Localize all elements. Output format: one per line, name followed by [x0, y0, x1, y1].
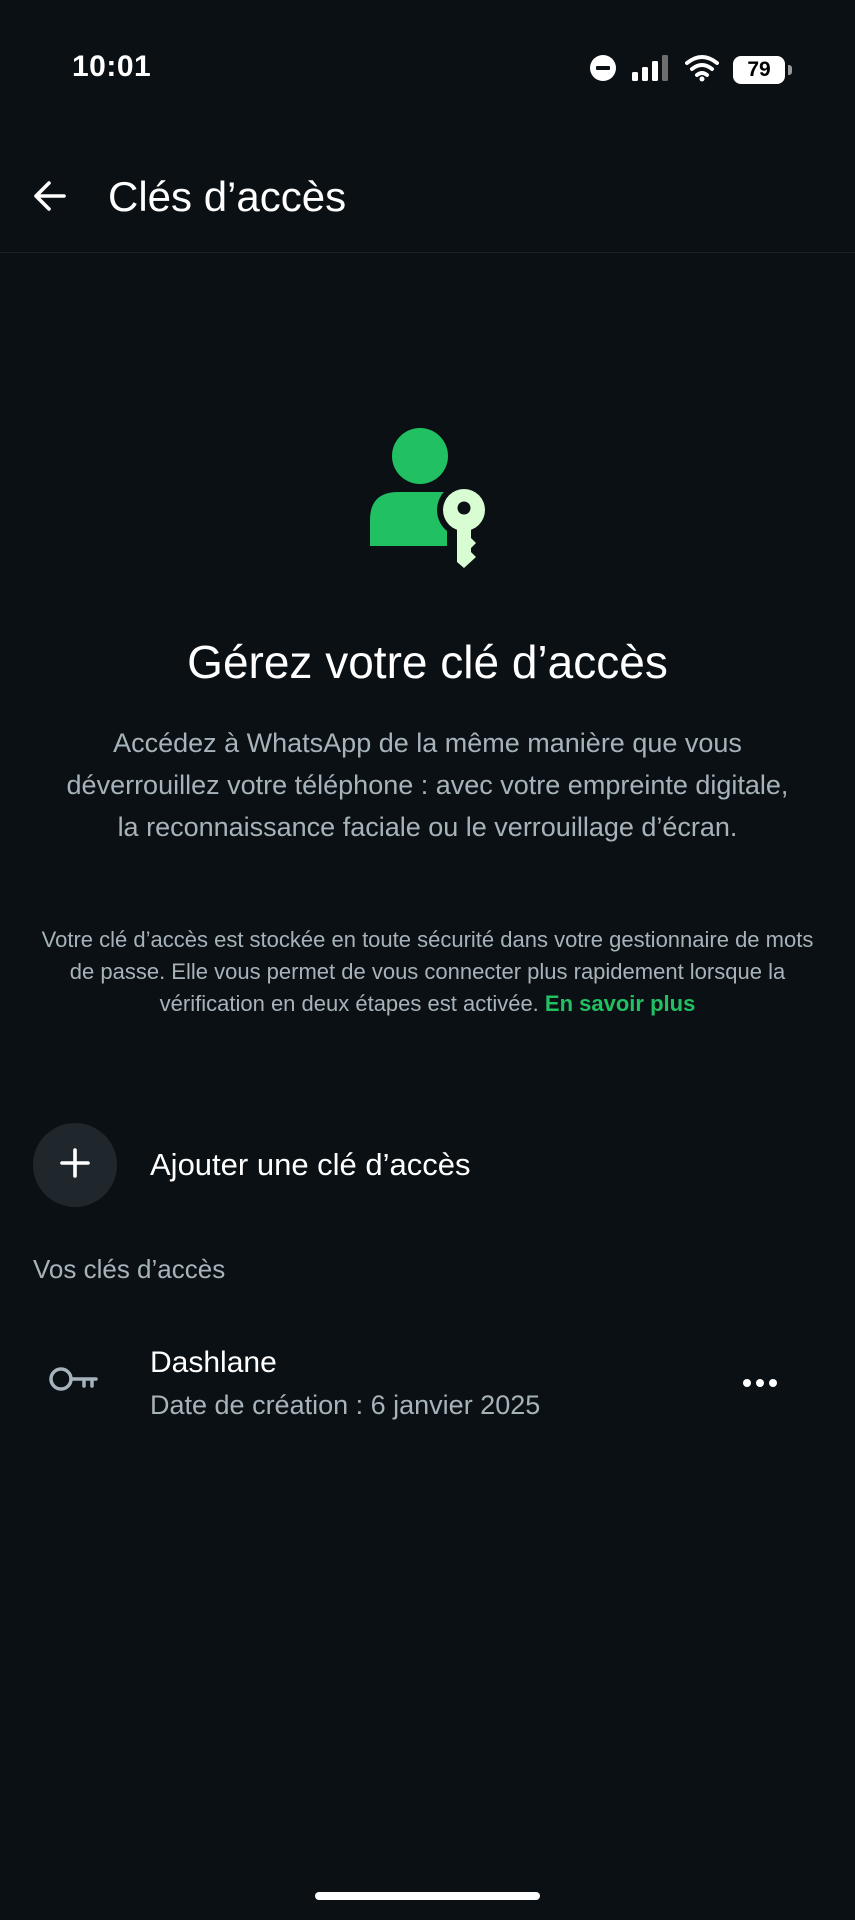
add-passkey-button[interactable]: Ajouter une clé d’accès: [0, 1120, 855, 1210]
passkey-created-date: Date de création : 6 janvier 2025: [150, 1390, 541, 1420]
battery-level: 79: [747, 58, 771, 81]
do-not-disturb-icon: [589, 54, 617, 87]
headline: Gérez votre clé d’accès: [187, 636, 668, 688]
security-note-text: Votre clé d’accès est stockée en toute s…: [41, 927, 814, 1016]
battery-icon: 79: [733, 56, 792, 84]
app-bar: Clés d’accès: [0, 140, 855, 253]
section-header-passkeys: Vos clés d’accès: [33, 1254, 226, 1284]
key-icon: [48, 1364, 100, 1394]
learn-more-link[interactable]: En savoir plus: [545, 991, 695, 1016]
arrow-left-icon: [30, 176, 70, 221]
add-passkey-circle: [33, 1123, 117, 1207]
cellular-signal-icon: [631, 54, 671, 87]
passkey-item[interactable]: Dashlane Date de création : 6 janvier 20…: [0, 1330, 855, 1430]
person-key-icon: [364, 428, 494, 574]
home-indicator[interactable]: [315, 1892, 540, 1900]
status-bar: 10:01 79: [0, 0, 855, 140]
more-horizontal-icon: [742, 1375, 778, 1393]
description: Accédez à WhatsApp de la même manière qu…: [66, 728, 789, 842]
status-icons: 79: [589, 52, 792, 88]
status-time: 10:01: [72, 50, 152, 83]
security-note: Votre clé d’accès est stockée en toute s…: [40, 924, 815, 1020]
back-button[interactable]: [22, 170, 78, 226]
more-options-button[interactable]: [722, 1354, 798, 1414]
passkey-name: Dashlane: [150, 1346, 277, 1379]
page-title: Clés d’accès: [108, 173, 347, 220]
wifi-icon: [685, 54, 719, 87]
plus-icon: [59, 1147, 91, 1184]
add-passkey-label: Ajouter une clé d’accès: [150, 1147, 471, 1182]
